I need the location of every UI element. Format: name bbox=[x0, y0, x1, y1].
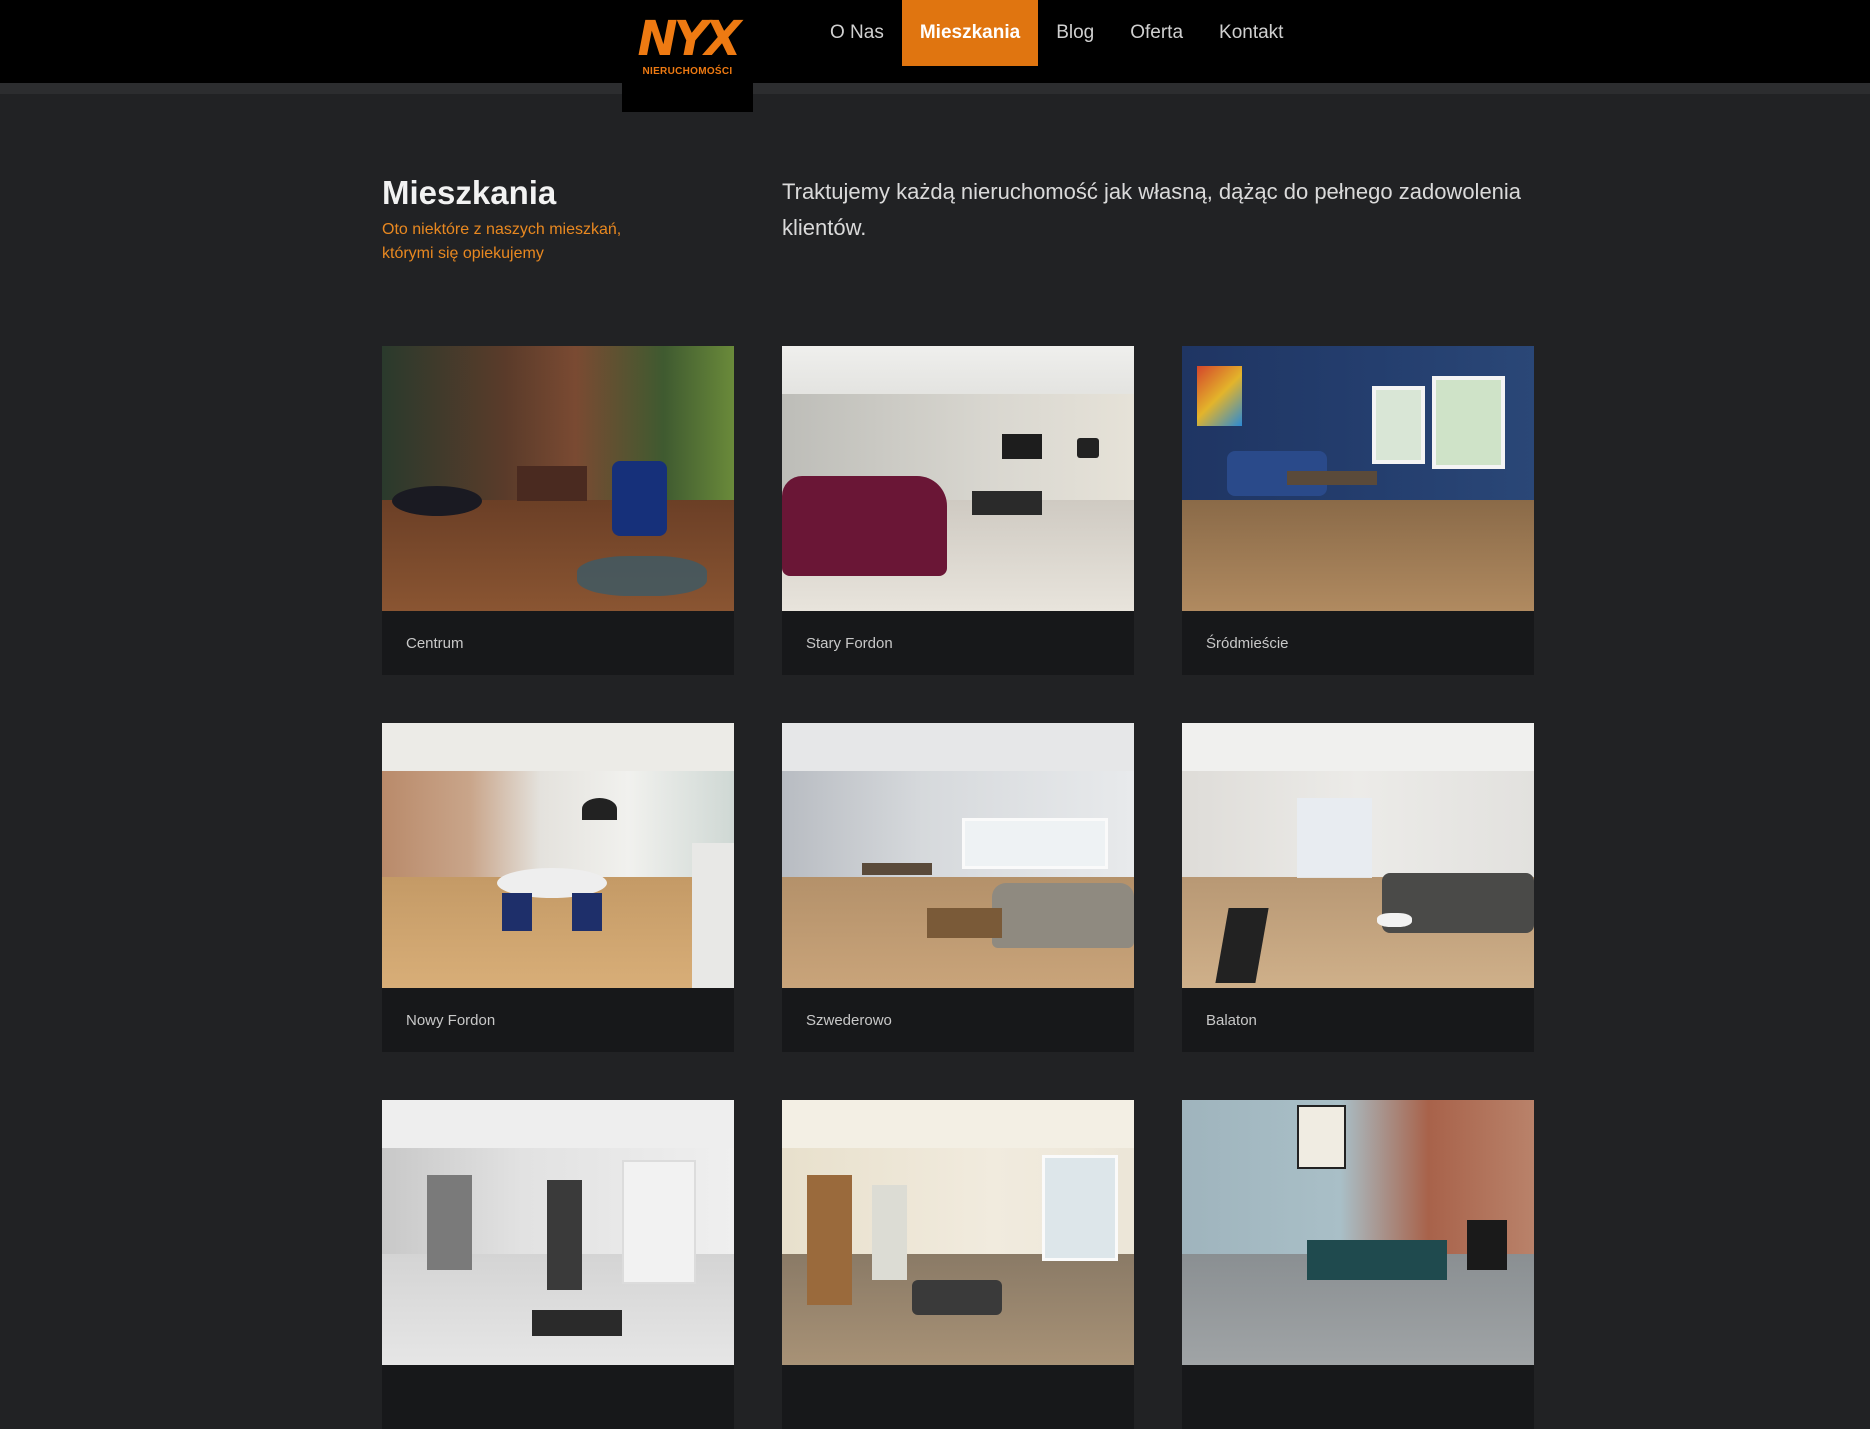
apartment-name: Śródmieście bbox=[1206, 634, 1289, 652]
apartment-card[interactable]: Balaton bbox=[1182, 723, 1534, 1052]
page-title: Mieszkania bbox=[382, 174, 557, 211]
apartment-photo bbox=[1182, 723, 1534, 988]
apartment-name bbox=[782, 1365, 1134, 1429]
apartment-name bbox=[1182, 1365, 1534, 1429]
intro-lead: Traktujemy każdą nieruchomość jak własną… bbox=[782, 179, 1522, 240]
apartment-name bbox=[382, 1365, 734, 1429]
apartment-card[interactable]: Nowy Fordon bbox=[382, 723, 734, 1052]
logo-subtext: NIERUCHOMOŚCI bbox=[642, 66, 733, 77]
nav-item-mieszkania[interactable]: Mieszkania bbox=[901, 0, 1039, 66]
nav-item-oferta[interactable]: Oferta bbox=[1112, 0, 1201, 66]
apartment-name: Nowy Fordon bbox=[406, 1011, 496, 1029]
apartment-grid: Centrum Stary Fordon Śródmieście Nowy Fo… bbox=[382, 346, 1534, 1429]
apartment-name: Balaton bbox=[1206, 1011, 1257, 1029]
main-nav: O Nas Mieszkania Blog Oferta Kontakt bbox=[812, 0, 1301, 66]
apartment-photo bbox=[1182, 1100, 1534, 1365]
apartment-name: Centrum bbox=[406, 634, 464, 652]
apartment-photo bbox=[382, 723, 734, 988]
apartment-photo bbox=[382, 346, 734, 611]
nav-item-blog[interactable]: Blog bbox=[1038, 0, 1112, 66]
logo-mark: NYX bbox=[637, 11, 742, 67]
apartment-card[interactable] bbox=[1182, 1100, 1534, 1429]
apartment-name: Szwederowo bbox=[806, 1011, 892, 1029]
apartment-card[interactable]: Centrum bbox=[382, 346, 734, 675]
apartment-card[interactable] bbox=[782, 1100, 1134, 1429]
nav-item-kontakt[interactable]: Kontakt bbox=[1201, 0, 1301, 66]
apartment-card[interactable] bbox=[382, 1100, 734, 1429]
apartment-card[interactable]: Śródmieście bbox=[1182, 346, 1534, 675]
header-divider bbox=[0, 83, 1870, 94]
apartment-photo bbox=[782, 1100, 1134, 1365]
site-logo[interactable]: NYX NIERUCHOMOŚCI bbox=[622, 0, 753, 112]
nav-item-o-nas[interactable]: O Nas bbox=[812, 0, 902, 66]
apartment-photo bbox=[782, 723, 1134, 988]
page-subtitle: Oto niektóre z naszych mieszkań, którymi… bbox=[382, 221, 622, 262]
apartment-photo bbox=[782, 346, 1134, 611]
apartment-name: Stary Fordon bbox=[806, 634, 893, 652]
apartment-photo bbox=[1182, 346, 1534, 611]
apartment-card[interactable]: Stary Fordon bbox=[782, 346, 1134, 675]
apartment-photo bbox=[382, 1100, 734, 1365]
apartment-card[interactable]: Szwederowo bbox=[782, 723, 1134, 1052]
